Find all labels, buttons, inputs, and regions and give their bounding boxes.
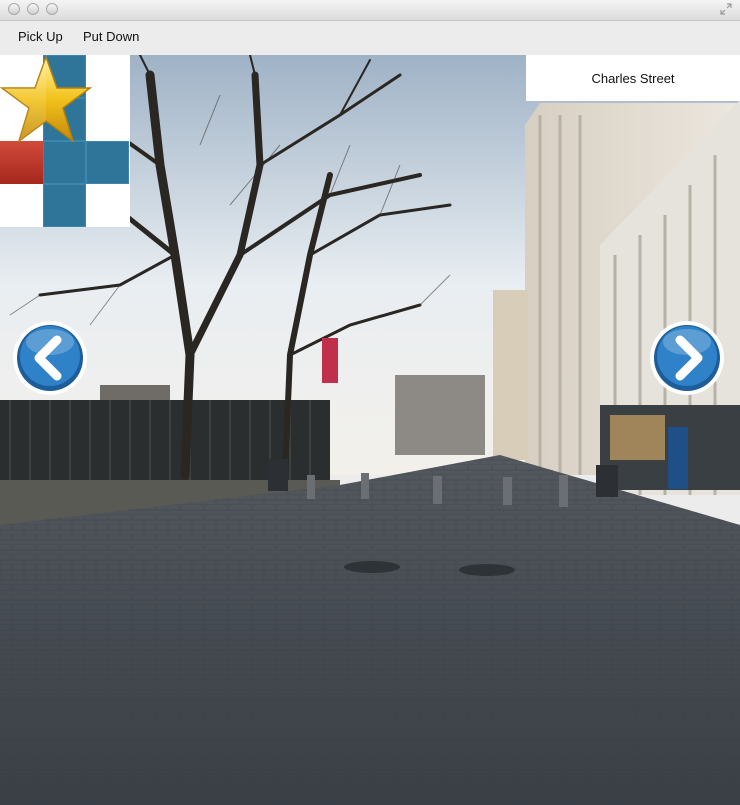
star-icon[interactable] bbox=[0, 55, 92, 145]
action-toolbar: Pick Up Put Down bbox=[0, 21, 740, 55]
location-label: Charles Street bbox=[526, 55, 740, 101]
fullscreen-arrows-icon[interactable] bbox=[720, 3, 732, 15]
minimap-cell bbox=[43, 141, 86, 184]
minimap-cell bbox=[43, 184, 86, 227]
chevron-left-icon[interactable] bbox=[12, 320, 88, 396]
zoom-window-button[interactable] bbox=[46, 3, 58, 15]
minimap-cell bbox=[86, 141, 129, 184]
game-window: Pick Up Put Down Charles Street bbox=[0, 0, 740, 805]
close-window-button[interactable] bbox=[8, 3, 20, 15]
minimize-window-button[interactable] bbox=[27, 3, 39, 15]
minimap-current-location bbox=[0, 141, 43, 184]
put-down-button[interactable]: Put Down bbox=[82, 26, 140, 48]
title-bar bbox=[0, 0, 740, 21]
location-name: Charles Street bbox=[591, 70, 675, 86]
street-view: Charles Street bbox=[0, 55, 740, 805]
chevron-right-icon[interactable] bbox=[649, 320, 725, 396]
pick-up-button[interactable]: Pick Up bbox=[17, 26, 64, 48]
